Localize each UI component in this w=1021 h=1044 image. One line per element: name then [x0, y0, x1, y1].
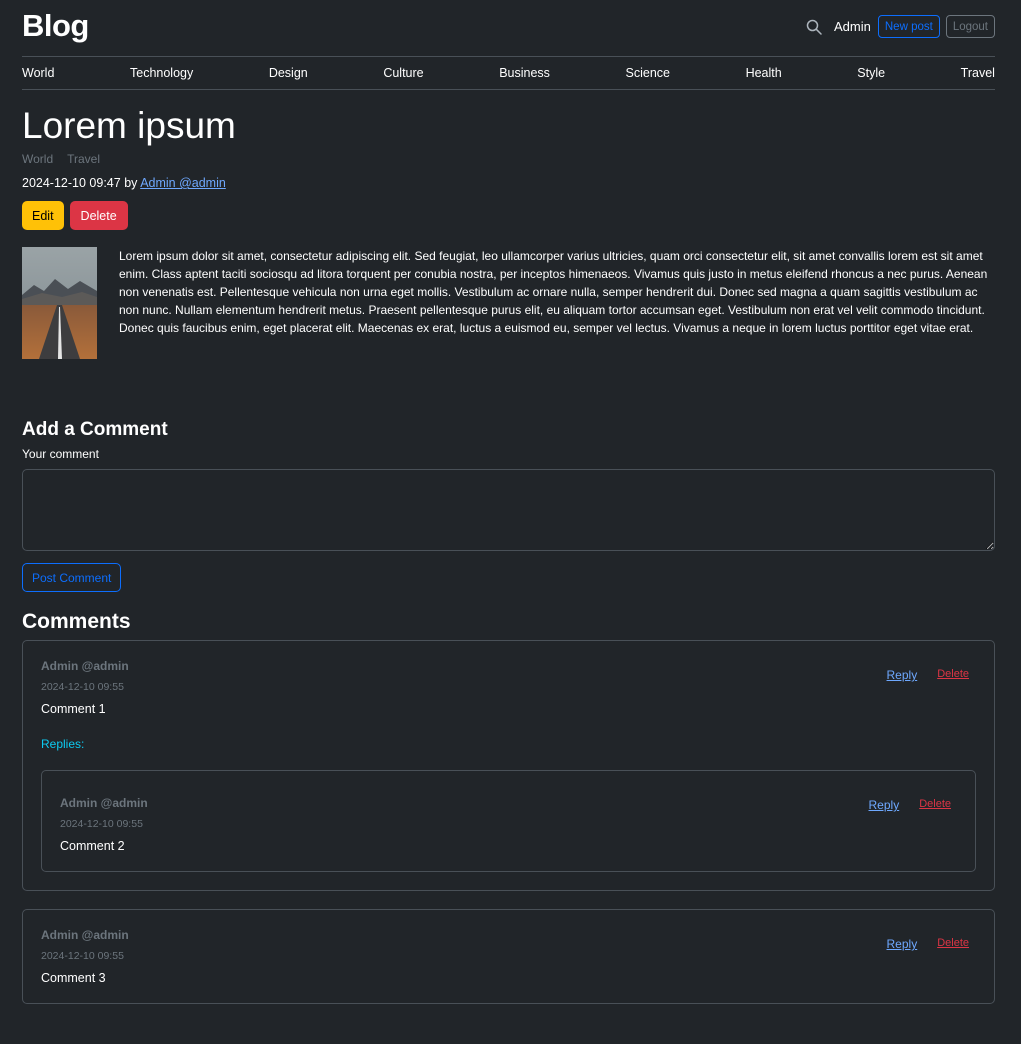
user-link[interactable]: Admin [834, 19, 871, 34]
comment-actions: Reply Delete [869, 798, 951, 812]
post-content: Lorem ipsum dolor sit amet, consectetur … [119, 249, 988, 335]
comment-text: Comment 2 [60, 839, 125, 853]
add-comment-section: Add a Comment Your comment Post Comment [22, 419, 995, 592]
category-nav: World Technology Design Culture Business… [22, 57, 995, 90]
comment-timestamp: 2024-12-10 09:55 [41, 950, 124, 962]
search-icon[interactable] [806, 19, 822, 35]
comment-timestamp: 2024-12-10 09:55 [41, 681, 124, 693]
comment-author: Admin @admin [41, 928, 129, 942]
nav-item-style[interactable]: Style [857, 66, 885, 80]
post-actions: Edit Delete [22, 201, 995, 230]
nav-item-travel[interactable]: Travel [961, 66, 995, 80]
page-container: Blog Admin New post Logout World Technol… [22, 0, 995, 1004]
comment-author: Admin @admin [60, 796, 148, 810]
post-tag[interactable]: World [22, 152, 53, 166]
nav-item-culture[interactable]: Culture [383, 66, 423, 80]
nav-item-world[interactable]: World [22, 66, 54, 80]
header-actions: Admin New post Logout [806, 15, 995, 38]
nav-item-design[interactable]: Design [269, 66, 308, 80]
logout-button[interactable]: Logout [945, 15, 995, 38]
comment-author: Admin @admin [41, 659, 129, 673]
comment-actions: Reply Delete [887, 937, 969, 951]
comment-actions: Reply Delete [887, 668, 969, 682]
comment-textarea[interactable] [22, 469, 995, 551]
post-meta: 2024-12-10 09:47 by Admin @admin [22, 176, 995, 190]
delete-comment-link[interactable]: Delete [937, 668, 969, 682]
post-article: Lorem ipsum World Travel 2024-12-10 09:4… [22, 106, 995, 359]
nav-item-technology[interactable]: Technology [130, 66, 193, 80]
replies-label: Replies: [41, 737, 85, 751]
delete-comment-link[interactable]: Delete [937, 937, 969, 951]
reply-link[interactable]: Reply [887, 937, 918, 951]
comment-timestamp: 2024-12-10 09:55 [60, 818, 143, 830]
road-landscape-image [22, 247, 97, 359]
reply-link[interactable]: Reply [887, 668, 918, 682]
new-post-button[interactable]: New post [877, 15, 940, 38]
comment-text: Comment 3 [41, 971, 106, 985]
reply-link[interactable]: Reply [869, 798, 900, 812]
post-tag[interactable]: Travel [67, 152, 100, 166]
delete-post-button[interactable]: Delete [69, 201, 128, 230]
post-tags: World Travel [22, 152, 995, 166]
site-header: Blog Admin New post Logout [22, 0, 995, 57]
nav-item-health[interactable]: Health [746, 66, 782, 80]
post-title: Lorem ipsum [22, 105, 236, 146]
nav-item-business[interactable]: Business [499, 66, 550, 80]
post-comment-button[interactable]: Post Comment [22, 563, 122, 592]
comment-card: Admin @admin 2024-12-10 09:55 Comment 1 … [22, 640, 995, 891]
comment-text: Comment 1 [41, 702, 106, 716]
comment-card: Admin @admin 2024-12-10 09:55 Comment 3 … [22, 909, 995, 1004]
post-by-label: by [124, 176, 138, 190]
delete-comment-link[interactable]: Delete [919, 798, 951, 812]
brand-logo[interactable]: Blog [22, 8, 89, 44]
edit-post-button[interactable]: Edit [22, 201, 64, 230]
post-author-link[interactable]: Admin @admin [140, 176, 226, 190]
post-body: Lorem ipsum dolor sit amet, consectetur … [22, 247, 995, 359]
post-date: 2024-12-10 09:47 [22, 176, 121, 190]
nav-item-science[interactable]: Science [626, 66, 670, 80]
reply-card: Admin @admin 2024-12-10 09:55 Comment 2 … [41, 770, 976, 872]
add-comment-heading: Add a Comment [22, 419, 168, 440]
comments-heading: Comments [22, 610, 131, 633]
comments-section: Comments Admin @admin 2024-12-10 09:55 C… [22, 610, 995, 1004]
comment-field-label: Your comment [22, 447, 99, 461]
